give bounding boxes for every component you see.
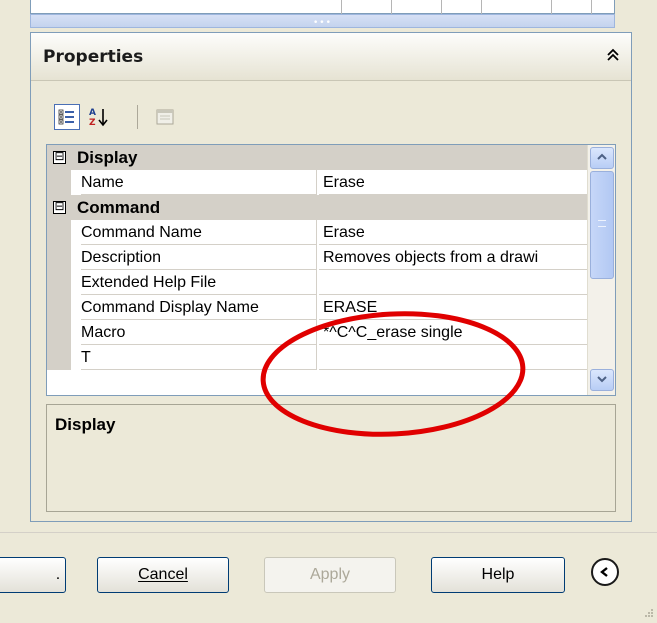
category-display[interactable]: ⊟ Display	[47, 145, 587, 170]
properties-toolbar: A Z	[52, 100, 192, 134]
property-pages-icon[interactable]	[152, 104, 178, 130]
property-value[interactable]	[319, 345, 587, 370]
chevron-up-icon	[597, 153, 607, 160]
apply-button[interactable]: Apply	[264, 557, 396, 593]
resize-grip-icon[interactable]	[641, 604, 655, 618]
scroll-thumb[interactable]	[590, 171, 614, 279]
category-label: Display	[77, 148, 138, 167]
chevron-down-icon	[597, 376, 607, 383]
svg-text:Z: Z	[89, 118, 96, 128]
property-name: Macro	[81, 320, 317, 345]
scroll-down-button[interactable]	[590, 369, 614, 391]
table-column-divider	[481, 0, 482, 14]
property-value[interactable]: *^C^C_erase single	[319, 320, 587, 345]
property-value[interactable]: Erase	[319, 220, 587, 245]
property-name: T	[81, 345, 317, 370]
description-title: Display	[55, 415, 116, 434]
help-button[interactable]: Help	[431, 557, 565, 593]
property-row-command-name[interactable]: Command Name Erase	[47, 220, 587, 245]
property-name: Command Name	[81, 220, 317, 245]
property-row-partial[interactable]: T	[47, 345, 587, 370]
property-name: Description	[81, 245, 317, 270]
button-label: Apply	[309, 566, 351, 583]
button-label: Help	[481, 566, 515, 583]
collapse-left-button[interactable]	[591, 558, 619, 586]
collapse-chevron-icon[interactable]	[603, 47, 623, 67]
table-column-divider	[591, 0, 592, 14]
table-remnant	[30, 0, 615, 14]
scroll-up-button[interactable]	[590, 147, 614, 169]
category-command[interactable]: ⊟ Command	[47, 195, 587, 220]
property-name: Name	[81, 170, 317, 195]
row-gutter	[47, 220, 71, 245]
row-gutter	[47, 270, 71, 295]
thumb-grip-icon	[598, 220, 606, 227]
category-label: Command	[77, 198, 161, 217]
description-pane: Display	[46, 404, 616, 512]
button-label: Cancel	[138, 566, 188, 583]
splitter-handle[interactable]: •••	[30, 14, 615, 28]
collapse-toggle-icon[interactable]: ⊟	[53, 150, 66, 164]
svg-text:A: A	[89, 108, 96, 118]
chevron-left-icon	[600, 567, 608, 577]
property-row-description[interactable]: Description Removes objects from a drawi	[47, 245, 587, 270]
property-value[interactable]: Removes objects from a drawi	[319, 245, 587, 270]
property-name: Extended Help File	[81, 270, 317, 295]
cancel-button[interactable]: Cancel	[97, 557, 229, 593]
panel-title: Properties	[43, 47, 144, 67]
property-name: Command Display Name	[81, 295, 317, 320]
collapse-toggle-icon[interactable]: ⊟	[53, 200, 66, 214]
vertical-scrollbar[interactable]	[587, 145, 615, 395]
property-value[interactable]	[319, 270, 587, 295]
table-column-divider	[341, 0, 342, 14]
splitter-grip-icon: •••	[313, 18, 332, 28]
partial-left-button[interactable]: .	[0, 557, 66, 593]
alphabetical-sort-icon[interactable]: A Z	[86, 104, 112, 130]
row-gutter	[47, 245, 71, 270]
toolbar-separator	[137, 105, 138, 129]
row-gutter	[47, 170, 71, 195]
property-grid: ⊟ Display Name Erase ⊟ Command Command N…	[46, 144, 616, 396]
properties-panel-header[interactable]: Properties	[31, 33, 631, 81]
property-row-extended-help-file[interactable]: Extended Help File	[47, 270, 587, 295]
property-value[interactable]: Erase	[319, 170, 587, 195]
button-label: .	[55, 566, 61, 583]
property-row-macro[interactable]: Macro *^C^C_erase single	[47, 320, 587, 345]
property-row-name[interactable]: Name Erase	[47, 170, 587, 195]
table-column-divider	[391, 0, 392, 14]
categorized-icon[interactable]	[54, 104, 80, 130]
divider	[0, 532, 657, 533]
property-row-command-display-name[interactable]: Command Display Name ERASE	[47, 295, 587, 320]
row-gutter	[47, 345, 71, 370]
table-column-divider	[551, 0, 552, 14]
property-value[interactable]: ERASE	[319, 295, 587, 320]
table-column-divider	[441, 0, 442, 14]
row-gutter	[47, 320, 71, 345]
row-gutter	[47, 295, 71, 320]
